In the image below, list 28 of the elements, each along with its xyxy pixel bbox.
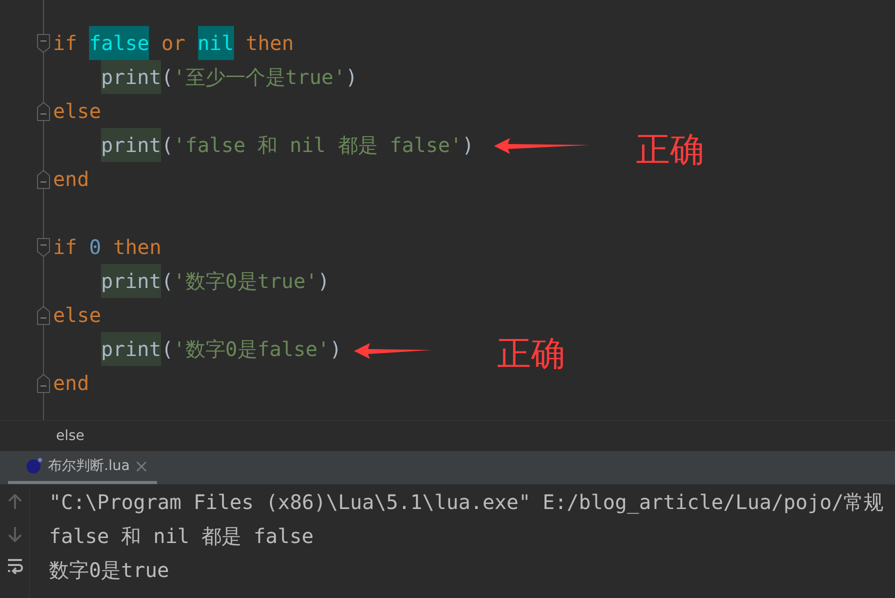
close-icon[interactable] xyxy=(136,460,147,472)
fold-icon[interactable] xyxy=(36,306,51,325)
fold-icon[interactable] xyxy=(36,238,51,257)
run-tab[interactable]: 布尔判断.lua xyxy=(8,451,157,484)
fold-icon[interactable] xyxy=(36,34,51,53)
code-line: print('数字0是false') xyxy=(101,332,342,366)
annotation-label: 正确 xyxy=(636,133,704,167)
code-line: end xyxy=(53,166,90,193)
fold-icon[interactable] xyxy=(36,374,51,393)
console-line: "C:\Program Files (x86)\Lua\5.1\lua.exe" E:/blog_article/Lua/pojo/常规 xyxy=(49,489,884,516)
lua-logo-icon xyxy=(26,458,42,474)
up-arrow-icon[interactable] xyxy=(8,494,22,510)
code-line: else xyxy=(53,302,102,329)
down-arrow-icon[interactable] xyxy=(8,526,22,542)
code-line: end xyxy=(53,370,90,397)
annotation-label: 正确 xyxy=(497,337,565,371)
code-line: if false or nil then xyxy=(53,26,294,60)
code-line: else xyxy=(53,98,102,125)
console-line: false 和 nil 都是 false xyxy=(49,523,315,550)
breadcrumb-item[interactable]: else xyxy=(56,428,84,444)
soft-wrap-icon[interactable] xyxy=(6,558,22,574)
code-line: print('至少一个是true') xyxy=(101,60,358,94)
code-line: if 0 then xyxy=(53,234,162,261)
code-line: print('false 和 nil 都是 false') xyxy=(101,128,474,162)
fold-icon[interactable] xyxy=(36,102,51,121)
fold-icon[interactable] xyxy=(36,170,51,189)
code-line: print('数字0是true') xyxy=(101,264,330,298)
console-line: 数字0是true xyxy=(49,557,170,584)
